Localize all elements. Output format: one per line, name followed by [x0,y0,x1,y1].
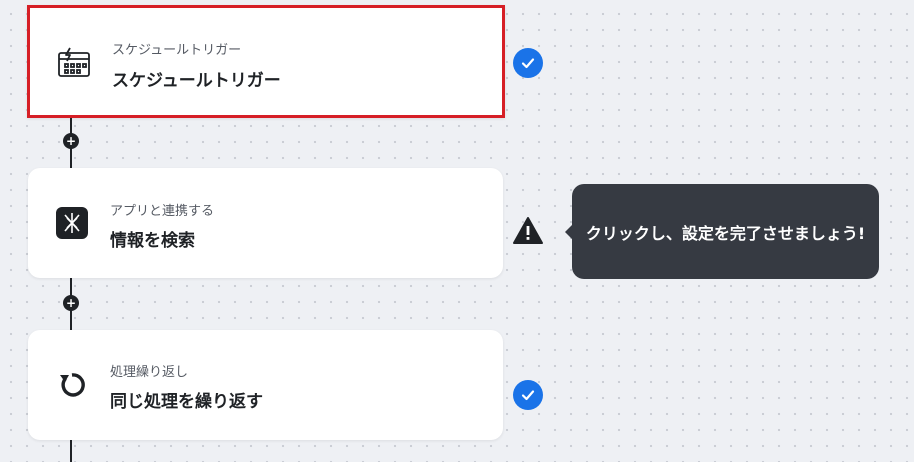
connector-line [70,440,72,462]
step-subtitle: アプリと連携する [110,204,215,219]
app-logo-icon [54,205,90,241]
add-step-button[interactable]: + [63,295,79,311]
add-step-button[interactable]: + [63,133,79,149]
step-title: 同じ処理を繰り返す [110,392,263,412]
flow-step-card[interactable]: 処理繰り返し 同じ処理を繰り返す [28,330,503,440]
step-title: スケジュールトリガー [112,71,281,91]
flow-step-card[interactable]: アプリと連携する 情報を検索 [28,168,503,278]
check-icon [513,380,543,410]
check-icon [513,48,543,78]
warning-icon [512,216,544,246]
flow-step-card[interactable]: スケジュールトリガー スケジュールトリガー [27,5,505,118]
step-subtitle: 処理繰り返し [110,365,189,380]
step-subtitle: スケジュールトリガー [112,43,242,58]
step-title: 情報を検索 [110,231,195,251]
tooltip-text: クリックし、設定を完了させましょう! [585,223,866,243]
setup-tooltip: クリックし、設定を完了させましょう! [565,184,879,279]
calendar-bolt-icon [56,44,92,80]
repeat-icon [54,367,90,403]
